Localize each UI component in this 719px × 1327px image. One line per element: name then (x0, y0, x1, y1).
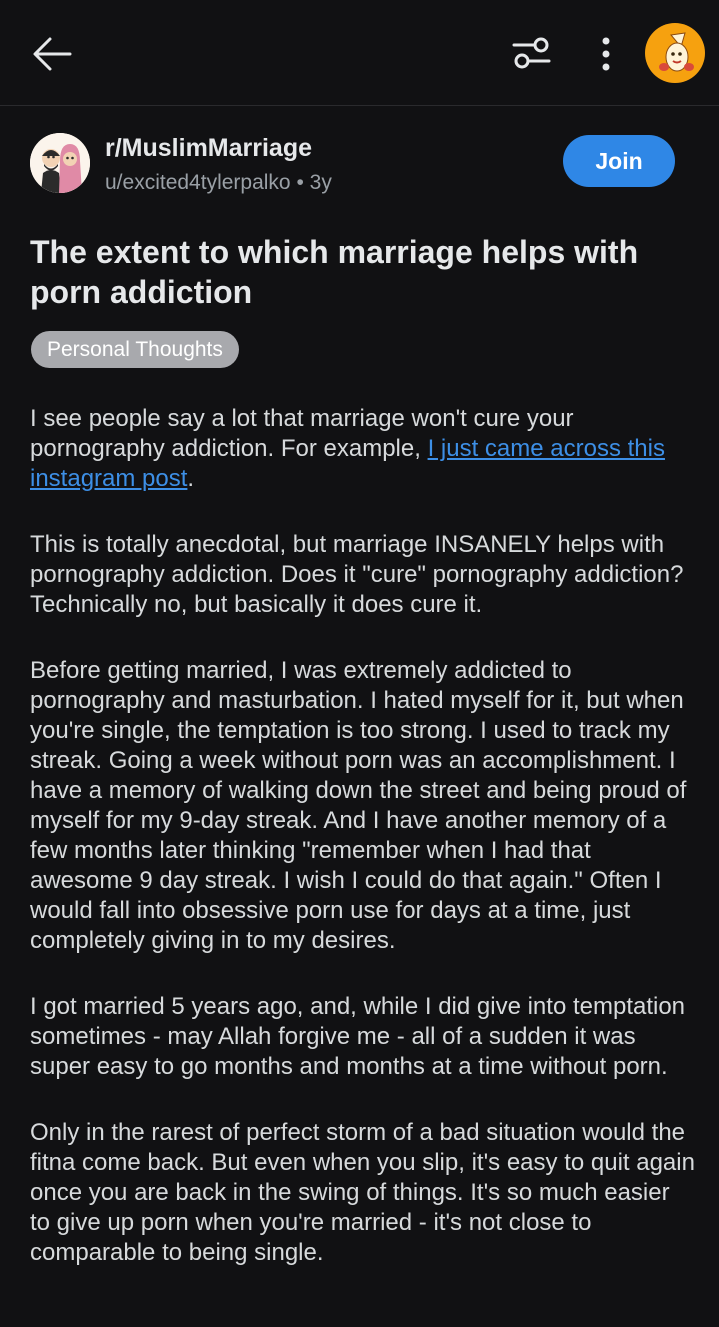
more-options-button[interactable] (592, 32, 620, 76)
post-title: The extent to which marriage helps with … (30, 234, 639, 310)
body-paragraph: I see people say a lot that marriage won… (30, 404, 695, 494)
filter-button[interactable] (510, 33, 554, 73)
arrow-left-icon (33, 37, 72, 71)
user-avatar[interactable] (645, 23, 705, 83)
meta-separator: • (296, 171, 304, 194)
body-paragraph: I got married 5 years ago, and, while I … (30, 993, 686, 1080)
user-avatar-icon (659, 32, 694, 72)
join-button[interactable]: Join (563, 135, 675, 187)
paragraph-end: . (187, 465, 195, 492)
subreddit-name[interactable]: r/MuslimMarriage (105, 134, 312, 163)
post-age: 3y (309, 171, 332, 194)
vertical-dots-icon (602, 37, 610, 71)
back-button[interactable] (30, 32, 74, 76)
post-flair[interactable]: Personal Thoughts (31, 331, 239, 368)
post-body: I see people say a lot that marriage won… (30, 404, 695, 1304)
post-header: r/MuslimMarriage u/excited4tylerpalko • … (30, 133, 690, 203)
subreddit-avatar[interactable] (30, 133, 90, 193)
author-name[interactable]: u/excited4tylerpalko (105, 171, 291, 194)
body-paragraph: This is totally anecdotal, but marriage … (30, 531, 684, 618)
sliders-icon (512, 37, 551, 69)
body-paragraph: Only in the rarest of perfect storm of a… (30, 1119, 695, 1266)
top-bar (0, 0, 719, 106)
couple-icon (30, 133, 90, 193)
body-paragraph: Before getting married, I was extremely … (30, 657, 687, 954)
post-meta: u/excited4tylerpalko • 3y (105, 171, 332, 195)
